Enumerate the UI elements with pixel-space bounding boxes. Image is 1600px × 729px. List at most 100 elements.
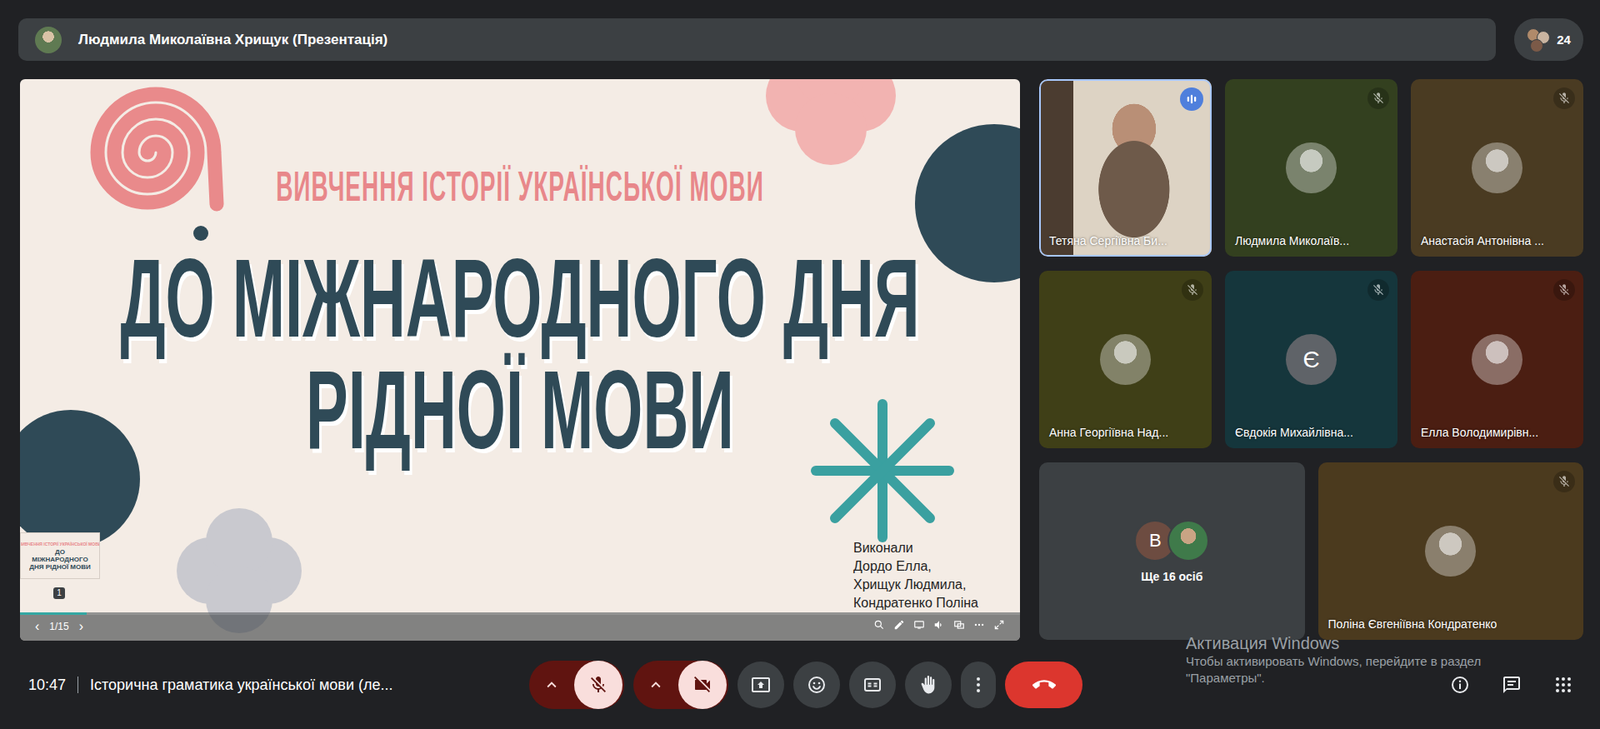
- slide-progress-track: [20, 612, 1020, 615]
- participant-avatar: [1100, 334, 1151, 385]
- participant-count: 24: [1556, 32, 1571, 47]
- camera-options-button[interactable]: [633, 660, 679, 710]
- camera-toggle[interactable]: [678, 660, 727, 710]
- presentation-slide: ВИВЧЕННЯ ІСТОРІЇ УКРАЇНСЬКОЇ МОВИДО МІЖН…: [20, 79, 1020, 641]
- muted-badge: [1367, 279, 1390, 301]
- mic-off-icon: [1557, 91, 1571, 105]
- activities-button[interactable]: [1543, 665, 1584, 705]
- participant-name: Елла Володимирівн...: [1420, 425, 1539, 440]
- slide-progress-fill: [20, 612, 87, 615]
- emoji-button[interactable]: [793, 661, 840, 709]
- divider: [77, 676, 79, 694]
- leave-button[interactable]: [1005, 661, 1083, 709]
- mini-avatar: [1530, 39, 1544, 53]
- slide-pager: ‹ 1/15 ›: [35, 620, 84, 634]
- participants-button[interactable]: 24: [1514, 18, 1584, 61]
- presenter-name: Людмила Миколаївна Хрищук (Презентація): [78, 31, 388, 49]
- watermark-title: Активация Windows: [1185, 633, 1481, 654]
- audio-bars-icon: [1184, 91, 1200, 107]
- participant-grid: Тетяна Сергіївна Би... Людмила Миколаїв..…: [1039, 79, 1584, 641]
- presentation-banner: Людмила Миколаївна Хрищук (Презентація): [18, 18, 1496, 61]
- participant-tile[interactable]: Поліна Євгеніївна Кондратенко: [1318, 462, 1585, 640]
- camera-icon: [692, 675, 713, 695]
- slide-title-line: ДО МІЖНАРОДНОГО ДНЯ: [120, 244, 920, 353]
- participant-tile[interactable]: Тетяна Сергіївна Би...: [1039, 79, 1212, 257]
- slide-tool-button[interactable]: [913, 619, 925, 635]
- slide-text: ВИВЧЕННЯ ІСТОРІЇ УКРАЇНСЬКОЇ МОВИ ДО МІЖН…: [20, 79, 1020, 465]
- participant-tile[interactable]: Елла Володимирівн...: [1410, 270, 1584, 449]
- expand-icon: [993, 619, 1005, 631]
- participant-name: Анна Георгіївна Над...: [1049, 425, 1169, 440]
- slide-tool-button[interactable]: [893, 619, 905, 635]
- muted-badge: [1553, 87, 1575, 110]
- thumbnail-number: 1: [53, 587, 65, 600]
- participant-avatar: [1285, 142, 1337, 194]
- mic-toggle[interactable]: [574, 660, 623, 710]
- present-button[interactable]: [737, 661, 785, 709]
- participant-tile[interactable]: Анна Георгіївна Над...: [1039, 270, 1212, 449]
- more-icon: [973, 619, 985, 631]
- participant-tile[interactable]: ВЩе 16 осіб: [1039, 462, 1305, 640]
- mic-off-icon: [1185, 283, 1200, 297]
- next-slide-button[interactable]: ›: [79, 620, 84, 634]
- more-button[interactable]: [960, 661, 996, 709]
- author-line: Хрищук Людмила,: [853, 575, 979, 595]
- info-button[interactable]: [1440, 665, 1480, 705]
- slide-authors: ВиконалиДордо Елла,Хрищук Людмила,Кондра…: [853, 539, 979, 613]
- call-controls: [529, 660, 1083, 710]
- microphone-icon: [588, 675, 609, 695]
- slide-toolbar: ‹ 1/15 ›: [20, 612, 1020, 641]
- participant-avatar: [1167, 520, 1210, 562]
- participant-tile[interactable]: Анастасія Антонівна ...: [1410, 79, 1584, 257]
- hand-button[interactable]: [905, 661, 952, 709]
- side-panel-buttons: [1082, 665, 1584, 705]
- top-row: Людмила Миколаївна Хрищук (Презентація) 2…: [0, 0, 1600, 61]
- chat-button[interactable]: [1491, 665, 1532, 705]
- watermark-line: Чтобы активировать Windows, перейдите в …: [1185, 653, 1481, 670]
- screen-icon: [913, 619, 925, 631]
- tile-row: Анна Георгіївна Над... Є Євдокія Михайлівн…: [1039, 270, 1584, 449]
- slide-tool-button[interactable]: [993, 619, 1005, 635]
- slide-tool-button[interactable]: [953, 619, 965, 635]
- author-line: Дордо Елла,: [853, 557, 979, 576]
- participant-name: Поліна Євгеніївна Кондратенко: [1328, 616, 1498, 632]
- zoom-icon: [873, 619, 885, 631]
- muted-badge: [1553, 470, 1575, 493]
- mic-off-icon: [1557, 283, 1571, 297]
- slide-subtitle-text: ВИВЧЕННЯ ІСТОРІЇ УКРАЇНСЬКОЇ МОВИ: [275, 166, 765, 209]
- slide-tool-button[interactable]: [973, 619, 985, 635]
- slide-tool-button[interactable]: [873, 619, 885, 635]
- thumbnail-subtitle: ВИВЧЕННЯ ІСТОРІЇ УКРАЇНСЬКОЇ МОВИ: [20, 541, 100, 547]
- clock: 10:47: [28, 676, 66, 695]
- camera-control: [633, 660, 729, 710]
- participant-name: Тетяна Сергіївна Би...: [1049, 233, 1168, 249]
- previous-slide-button[interactable]: ‹: [35, 620, 40, 634]
- meeting-info: 10:47 Історична граматика української мов…: [28, 676, 530, 695]
- mic-off-icon: [1557, 475, 1571, 489]
- meeting-title: Історична граматика української мови (ле…: [90, 676, 393, 695]
- apps-grid-icon: [1553, 675, 1574, 695]
- slide-subtitle: ВИВЧЕННЯ ІСТОРІЇ УКРАЇНСЬКОЇ МОВИ: [275, 162, 765, 213]
- slide-thumbnail[interactable]: ВИВЧЕННЯ ІСТОРІЇ УКРАЇНСЬКОЇ МОВИДО МІЖН…: [20, 532, 100, 580]
- tile-row: ВЩе 16 осіб Поліна Євгеніївна Кондратенко: [1039, 462, 1584, 640]
- participant-avatars-icon: [1526, 28, 1550, 52]
- chevron-up-icon: [542, 675, 561, 695]
- slide-tool-button[interactable]: [933, 619, 945, 635]
- participant-avatar: [1471, 142, 1523, 194]
- thumbnail-title: ДО МІЖНАРОДНОГО ДНЯ РІДНОЇ МОВИ: [26, 548, 94, 571]
- page-indicator: 1/15: [49, 620, 69, 633]
- speaking-badge: [1180, 87, 1204, 111]
- participant-avatar: [1425, 525, 1476, 577]
- more-participants: ВЩе 16 осіб: [1134, 520, 1210, 584]
- presenter-avatar: [35, 26, 62, 54]
- muted-badge: [1367, 87, 1390, 110]
- captions-button[interactable]: [849, 661, 896, 709]
- participant-name: Євдокія Михайлівна...: [1235, 425, 1354, 440]
- participant-avatar: Є: [1285, 334, 1337, 385]
- mic-options-button[interactable]: [529, 660, 575, 710]
- pen-icon: [893, 619, 905, 631]
- participant-tile[interactable]: Людмила Миколаїв...: [1225, 79, 1398, 257]
- slide-title-text: РІДНОЇ МОВИ: [305, 355, 735, 466]
- participant-tile[interactable]: Є Євдокія Михайлівна...: [1225, 270, 1398, 449]
- author-line: Виконали: [853, 539, 979, 558]
